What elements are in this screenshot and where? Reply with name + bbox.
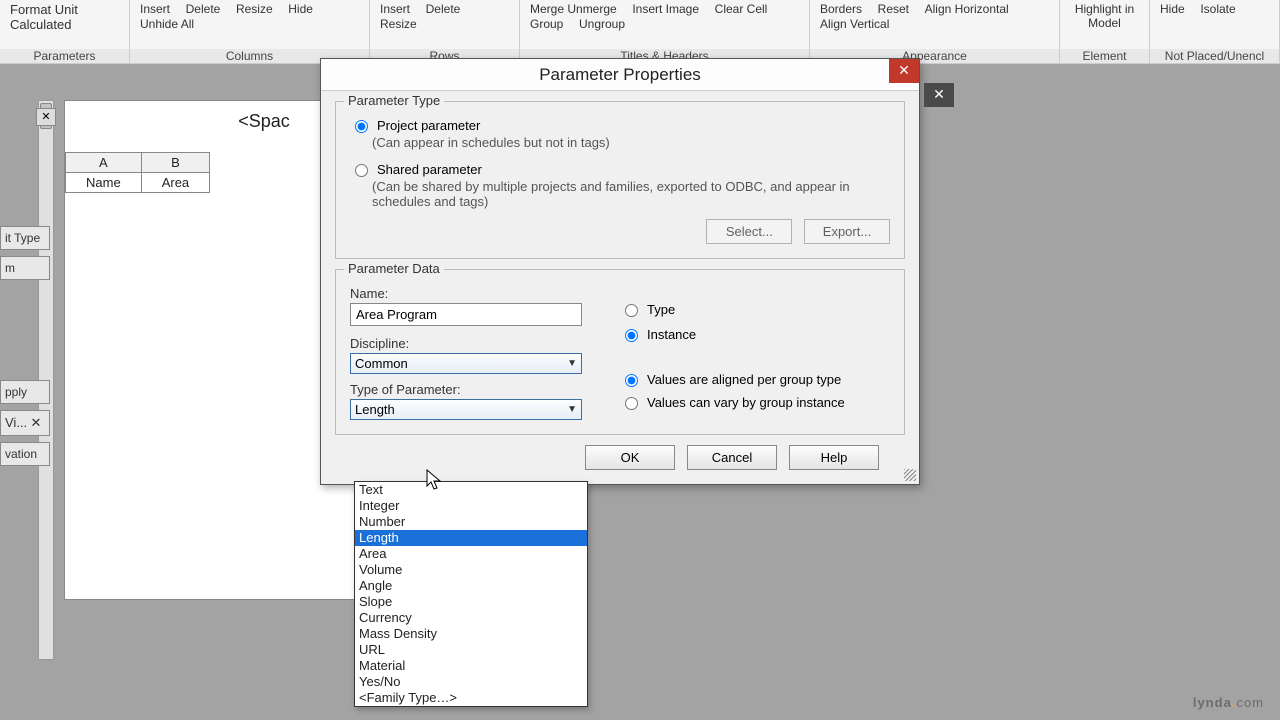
ribbon-btn-col-unhide[interactable]: Unhide All: [134, 17, 200, 31]
type-option[interactable]: Material: [355, 658, 587, 674]
cell-name-header[interactable]: Name: [66, 173, 142, 193]
aligned-radio[interactable]: [625, 374, 638, 387]
type-of-parameter-label: Type of Parameter:: [350, 382, 590, 397]
m-stub: m: [0, 256, 50, 280]
help-button[interactable]: Help: [789, 445, 879, 470]
instance-radio[interactable]: [625, 329, 638, 342]
type-option[interactable]: Area: [355, 546, 587, 562]
type-option[interactable]: Text: [355, 482, 587, 498]
ribbon-group-parameters: Parameters: [0, 49, 129, 63]
ribbon-btn-align-v[interactable]: Align Vertical: [814, 17, 895, 31]
ribbon-btn-row-resize[interactable]: Resize: [374, 17, 423, 31]
col-header-b[interactable]: B: [141, 153, 209, 173]
select-button[interactable]: Select...: [706, 219, 792, 244]
ribbon-btn-format-unit[interactable]: Format Unit: [4, 2, 84, 17]
type-option[interactable]: Slope: [355, 594, 587, 610]
project-parameter-label: Project parameter: [377, 118, 480, 133]
discipline-label: Discipline:: [350, 336, 590, 351]
chevron-down-icon: ▼: [567, 404, 577, 415]
type-radio[interactable]: [625, 304, 638, 317]
vary-radio[interactable]: [625, 397, 638, 410]
col-header-a[interactable]: A: [66, 153, 142, 173]
type-option[interactable]: Length: [355, 530, 587, 546]
type-option[interactable]: <Family Type…>: [355, 690, 587, 706]
chevron-down-icon: ▼: [567, 358, 577, 369]
ok-button[interactable]: OK: [585, 445, 675, 470]
ribbon-btn-col-hide[interactable]: Hide: [282, 2, 319, 16]
ribbon-btn-clear-cell[interactable]: Clear Cell: [709, 2, 774, 16]
ribbon-group-notplaced: Not Placed/Unencl: [1150, 49, 1279, 63]
dialog-title: Parameter Properties: [539, 65, 701, 85]
ribbon-btn-align-h[interactable]: Align Horizontal: [919, 2, 1015, 16]
cancel-button[interactable]: Cancel: [687, 445, 777, 470]
export-button[interactable]: Export...: [804, 219, 890, 244]
discipline-value: Common: [355, 356, 408, 371]
cell-area-header[interactable]: Area: [141, 173, 209, 193]
project-parameter-hint: (Can appear in schedules but not in tags…: [372, 135, 890, 150]
vation-stub: vation: [0, 442, 50, 466]
parameter-type-group: Parameter Type Project parameter (Can ap…: [335, 101, 905, 259]
type-radio-label: Type: [647, 302, 675, 317]
parameter-data-group: Parameter Data Name: Discipline: Common …: [335, 269, 905, 435]
schedule-table: AB NameArea: [65, 152, 210, 193]
discipline-dropdown[interactable]: Common ▼: [350, 353, 582, 374]
vary-radio-label: Values can vary by group instance: [647, 395, 845, 410]
dialog-button-row: OK Cancel Help: [585, 445, 905, 470]
shared-parameter-radio[interactable]: [355, 164, 368, 177]
ribbon-btn-row-insert[interactable]: Insert: [374, 2, 416, 16]
type-option[interactable]: Yes/No: [355, 674, 587, 690]
close-icon[interactable]: ✕: [31, 415, 42, 430]
ribbon-btn-calculated[interactable]: Calculated: [4, 17, 77, 32]
type-of-parameter-value: Length: [355, 402, 395, 417]
parameter-data-title: Parameter Data: [344, 261, 444, 276]
ribbon-btn-borders[interactable]: Borders: [814, 2, 868, 16]
ribbon-btn-col-resize[interactable]: Resize: [230, 2, 279, 16]
type-option[interactable]: Angle: [355, 578, 587, 594]
shared-parameter-hint: (Can be shared by multiple projects and …: [372, 179, 890, 209]
ribbon-btn-row-delete[interactable]: Delete: [420, 2, 467, 16]
type-option[interactable]: Volume: [355, 562, 587, 578]
ribbon: Format Unit Calculated Parameters Insert…: [0, 0, 1280, 64]
sheet-close-button[interactable]: ✕: [36, 108, 56, 126]
ribbon-btn-np-isolate[interactable]: Isolate: [1194, 2, 1241, 16]
type-of-parameter-dropdown[interactable]: Length ▼: [350, 399, 582, 420]
watermark: lynda.com: [1193, 682, 1264, 714]
type-option[interactable]: Currency: [355, 610, 587, 626]
ribbon-group-element: Element: [1060, 49, 1149, 63]
ribbon-btn-np-hide[interactable]: Hide: [1154, 2, 1191, 16]
ribbon-btn-reset[interactable]: Reset: [872, 2, 915, 16]
ribbon-btn-merge[interactable]: Merge Unmerge: [524, 2, 623, 16]
name-label: Name:: [350, 286, 590, 301]
dialog-close-button[interactable]: ✕: [889, 59, 919, 83]
type-of-parameter-options[interactable]: TextIntegerNumberLengthAreaVolumeAngleSl…: [354, 481, 588, 707]
ribbon-btn-col-insert[interactable]: Insert: [134, 2, 176, 16]
name-input[interactable]: [350, 303, 582, 326]
parameter-properties-dialog: Parameter Properties ✕ ✕ Parameter Type …: [320, 58, 920, 485]
apply-stub[interactable]: pply: [0, 380, 50, 404]
type-option[interactable]: URL: [355, 642, 587, 658]
ribbon-btn-insert-image[interactable]: Insert Image: [626, 2, 705, 16]
instance-radio-label: Instance: [647, 327, 696, 342]
ribbon-btn-col-delete[interactable]: Delete: [180, 2, 227, 16]
shared-parameter-label: Shared parameter: [377, 162, 482, 177]
properties-panel-stub: it Type m pply Vi... ✕ vation: [0, 220, 50, 472]
project-parameter-radio[interactable]: [355, 120, 368, 133]
ribbon-btn-highlight[interactable]: Highlight in Model: [1064, 2, 1145, 30]
view-stub[interactable]: Vi... ✕: [0, 410, 50, 436]
ribbon-btn-group[interactable]: Group: [524, 17, 569, 31]
type-option[interactable]: Mass Density: [355, 626, 587, 642]
ribbon-btn-ungroup[interactable]: Ungroup: [573, 17, 631, 31]
type-option[interactable]: Integer: [355, 498, 587, 514]
edit-type-stub[interactable]: it Type: [0, 226, 50, 250]
type-option[interactable]: Number: [355, 514, 587, 530]
parameter-type-title: Parameter Type: [344, 93, 444, 108]
aligned-radio-label: Values are aligned per group type: [647, 372, 841, 387]
dialog-titlebar[interactable]: Parameter Properties ✕ ✕: [321, 59, 919, 91]
resize-grip[interactable]: [904, 469, 916, 481]
secondary-close-button[interactable]: ✕: [924, 83, 954, 107]
